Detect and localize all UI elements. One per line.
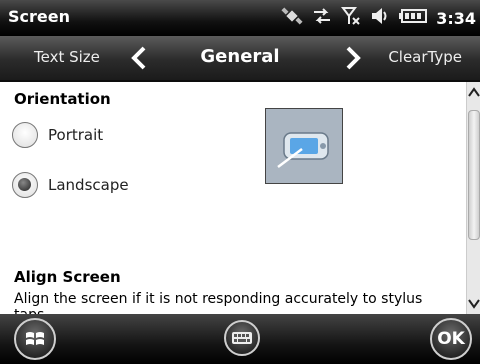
landscape-radio[interactable] <box>12 172 38 198</box>
tab-cleartype[interactable]: ClearType <box>388 48 462 66</box>
portrait-radio[interactable] <box>12 122 38 148</box>
orientation-preview <box>265 108 343 184</box>
tab-text-size[interactable]: Text Size <box>34 48 100 66</box>
orientation-heading: Orientation <box>14 90 111 108</box>
landscape-option[interactable]: Landscape <box>12 172 129 198</box>
volume-icon <box>370 7 390 29</box>
clock-text: 3:34 <box>436 8 476 28</box>
ok-button[interactable]: OK <box>430 318 472 360</box>
portrait-option[interactable]: Portrait <box>12 122 103 148</box>
sync-arrows-icon <box>312 7 332 29</box>
signal-off-icon <box>341 6 361 30</box>
portrait-label: Portrait <box>48 126 104 144</box>
align-screen-description: Align the screen if it is not responding… <box>14 291 423 314</box>
bottom-bar: OK <box>0 314 480 364</box>
vertical-scrollbar[interactable] <box>466 82 480 314</box>
app-title: Screen <box>8 7 70 26</box>
scroll-down-arrow-icon[interactable] <box>467 290 480 314</box>
status-icons[interactable]: 3:34 <box>281 6 476 30</box>
keyboard-button[interactable] <box>224 320 260 356</box>
scroll-up-arrow-icon[interactable] <box>467 82 480 106</box>
device-landscape-icon <box>277 132 329 168</box>
start-button[interactable] <box>14 318 56 360</box>
scrollbar-thumb[interactable] <box>468 110 480 240</box>
chevron-left-icon[interactable] <box>128 46 152 70</box>
settings-content: Orientation Portrait Landscape Align Scr… <box>0 82 466 314</box>
satellite-icon <box>281 6 303 30</box>
tab-strip: Text Size General ClearType <box>0 36 480 82</box>
landscape-label: Landscape <box>48 176 129 194</box>
windows-start-icon <box>26 332 44 345</box>
battery-icon <box>399 8 428 28</box>
keyboard-icon <box>232 332 252 344</box>
chevron-right-icon[interactable] <box>340 46 364 70</box>
align-screen-heading: Align Screen <box>14 268 121 286</box>
title-bar: Screen 3:34 <box>0 0 480 36</box>
